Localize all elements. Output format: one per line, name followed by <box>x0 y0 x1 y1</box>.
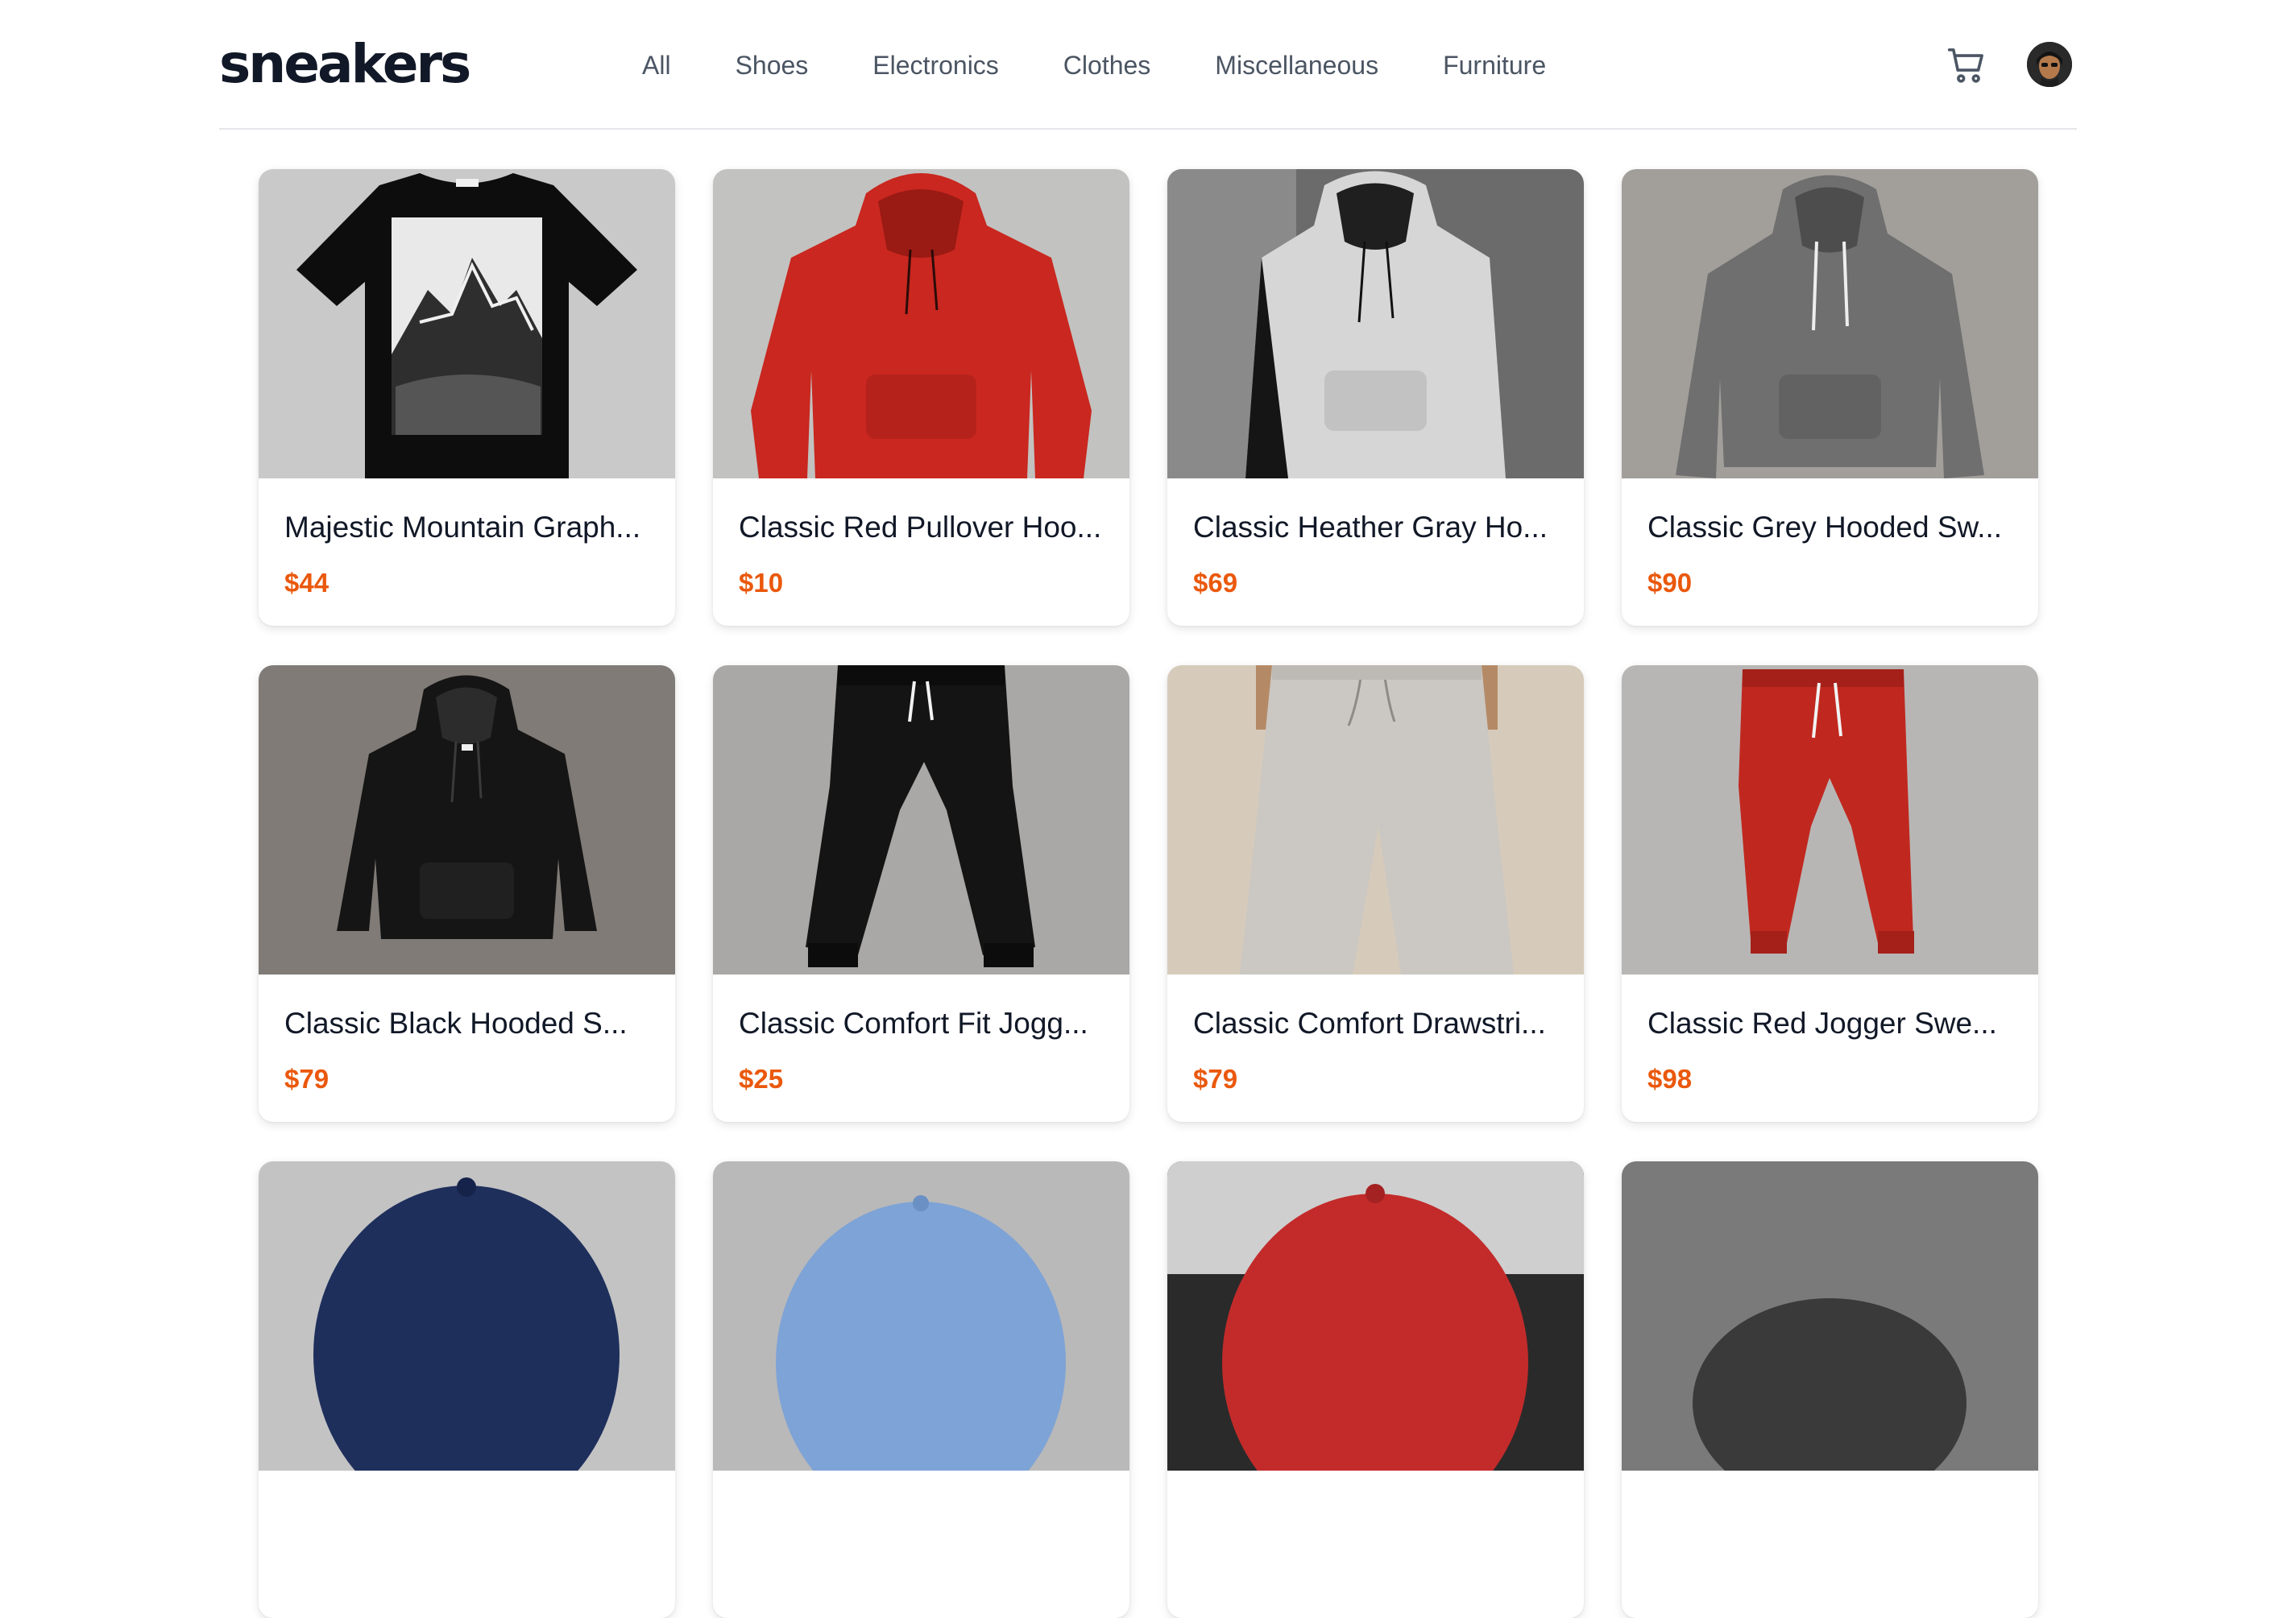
product-price: $10 <box>739 568 784 598</box>
product-price: $79 <box>284 1064 329 1094</box>
product-image <box>713 1161 1129 1471</box>
product-title: Classic Red Pullover Hoo... <box>739 511 1102 544</box>
product-image <box>259 1161 675 1471</box>
navy-cap-image <box>259 1161 675 1471</box>
category-nav: All Shoes Electronics Clothes Miscellane… <box>642 48 1610 82</box>
product-title: Classic Comfort Drawstri... <box>1193 1007 1546 1040</box>
product-price: $25 <box>739 1064 784 1094</box>
product-image <box>259 169 675 478</box>
product-card[interactable]: Classic Red Jogger Swe... $98 <box>1622 665 2038 1122</box>
red-cap-image <box>1167 1161 1584 1471</box>
product-price: $69 <box>1193 568 1238 598</box>
product-image <box>713 665 1129 975</box>
site-header: sneakers All Shoes Electronics Clothes M… <box>219 0 2077 130</box>
product-card[interactable]: Classic Comfort Drawstri... $79 <box>1167 665 1584 1122</box>
product-card[interactable]: Classic Grey Hooded Sw... $90 <box>1622 169 2038 626</box>
product-card[interactable]: Classic Red Pullover Hoo... $10 <box>713 169 1129 626</box>
gray-hoodie-image <box>1167 169 1584 478</box>
product-card[interactable]: Classic Black Hooded S... $79 <box>259 665 675 1122</box>
nav-item-all[interactable]: All <box>642 48 671 82</box>
cart-button[interactable] <box>1945 43 1988 87</box>
product-title: Classic Heather Gray Ho... <box>1193 511 1548 544</box>
product-title: Classic Grey Hooded Sw... <box>1647 511 2003 544</box>
avatar-image <box>2027 42 2072 87</box>
red-joggers-image <box>1622 665 2038 975</box>
product-title: Majestic Mountain Graph... <box>284 511 641 544</box>
product-card[interactable]: Majestic Mountain Graph... $44 <box>259 169 675 626</box>
product-image <box>1622 169 2038 478</box>
product-card[interactable] <box>713 1161 1129 1618</box>
blue-cap-image <box>713 1161 1129 1471</box>
product-title: Classic Red Jogger Swe... <box>1647 1007 1997 1040</box>
red-hoodie-image <box>713 169 1129 478</box>
product-title: Classic Black Hooded S... <box>284 1007 628 1040</box>
product-price: $98 <box>1647 1064 1693 1094</box>
product-card[interactable]: Classic Comfort Fit Jogg... $25 <box>713 665 1129 1122</box>
product-price: $44 <box>284 568 329 598</box>
nav-item-miscellaneous[interactable]: Miscellaneous <box>1215 48 1378 82</box>
product-card[interactable] <box>1622 1161 2038 1618</box>
product-price: $79 <box>1193 1064 1238 1094</box>
shopping-cart-icon <box>1947 48 1983 83</box>
grey-hoodie-image <box>1622 169 2038 478</box>
nav-item-furniture[interactable]: Furniture <box>1443 48 1546 82</box>
product-price: $90 <box>1647 568 1693 598</box>
product-card[interactable] <box>1167 1161 1584 1618</box>
product-image <box>1167 169 1584 478</box>
drawstring-pants-image <box>1167 665 1584 975</box>
nav-item-clothes[interactable]: Clothes <box>1063 48 1151 82</box>
product-card[interactable] <box>259 1161 675 1618</box>
tshirt-image <box>259 169 675 478</box>
nav-item-shoes[interactable]: Shoes <box>736 48 809 82</box>
product-image <box>1167 665 1584 975</box>
product-image <box>259 665 675 975</box>
product-image <box>713 169 1129 478</box>
user-avatar[interactable] <box>2027 42 2072 87</box>
site-logo[interactable]: sneakers <box>219 35 471 93</box>
nav-item-electronics[interactable]: Electronics <box>872 48 999 82</box>
dark-cap-image <box>1622 1161 2038 1471</box>
product-image <box>1622 1161 2038 1471</box>
product-card[interactable]: Classic Heather Gray Ho... $69 <box>1167 169 1584 626</box>
product-image <box>1622 665 2038 975</box>
product-image <box>1167 1161 1584 1471</box>
product-title: Classic Comfort Fit Jogg... <box>739 1007 1088 1040</box>
black-hoodie-image <box>259 665 675 975</box>
black-joggers-image <box>713 665 1129 975</box>
